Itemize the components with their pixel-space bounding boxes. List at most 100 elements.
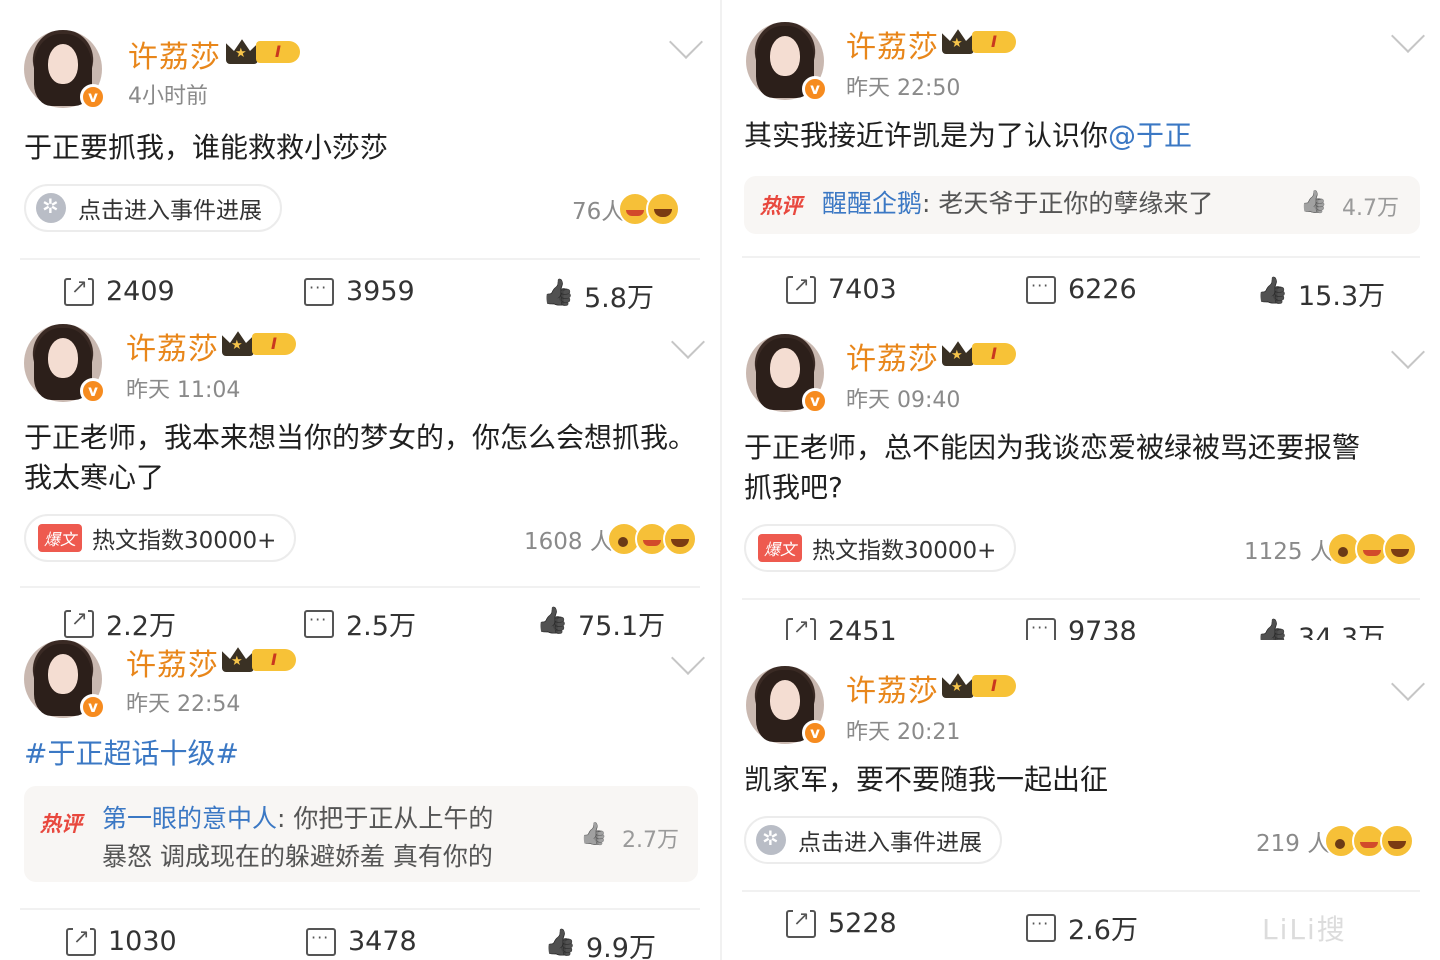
like-icon [1256,622,1286,641]
avatar[interactable]: v [24,640,106,720]
repost-button[interactable]: 2409 [64,273,175,307]
comment-button[interactable]: 2.6万 [1026,908,1138,947]
grin-emoji-icon [646,192,681,226]
post-text-line: 于正老师，总不能因为我谈恋爱被绿被骂还要报警 [744,431,1361,464]
share-icon [786,613,816,640]
like-button[interactable]: 9.9万 [544,926,656,960]
left-column: v 许荔莎 I 4小时前 于正要抓我，谁能救救小莎莎 点击进入事件进展 76人 … [0,0,720,960]
repost-button[interactable]: 2451 [786,613,897,640]
comment-button[interactable]: 3959 [304,276,415,307]
reaction-count: 1608 人 [524,529,613,555]
hot-comment-text: 暴怒 调成现在的躲避娇羞 真有你的 [102,842,493,871]
hot-comment-user[interactable]: 第一眼的意中人 [102,804,277,833]
post-time: 4小时前 [128,84,208,109]
comment-icon [304,609,334,638]
hot-comment-text: 你把于正从上午的 [293,804,494,833]
like-icon [1300,192,1330,220]
vip-crown-icon[interactable]: I [222,328,298,358]
avatar[interactable]: v [746,22,828,102]
chip-label: 点击进入事件进展 [798,830,982,856]
chevron-down-icon[interactable] [1391,335,1425,369]
reaction-summary[interactable]: 76人 [572,192,681,226]
post-text: 于正老师，我本来想当你的梦女的，你怎么会想抓我。 我太寒心了 [24,418,696,498]
post-text: 凯家军，要不要随我一起出征 [744,763,1109,796]
like-icon [580,824,610,852]
reaction-summary[interactable]: 1125 人 [1244,532,1417,566]
verified-badge-icon: v [802,76,828,102]
vip-crown-icon[interactable]: I [942,338,1018,368]
username[interactable]: 许荔莎 [126,324,219,368]
reaction-summary[interactable]: 219 人 [1256,824,1415,858]
repost-count: 7403 [828,274,897,305]
avatar[interactable]: v [746,666,828,746]
hot-article-badge: 爆文 [38,524,83,552]
right-column: v 许荔莎 I 昨天 22:50 其实我接近许凯是为了认识你@于正 热评 醒醒企… [722,0,1440,960]
repost-count: 2409 [106,276,175,307]
divider [742,890,1420,892]
hot-comment[interactable]: 热评 醒醒企鹅: 老天爷于正你的孽缘来了 4.7万 [744,176,1420,234]
chevron-down-icon[interactable] [669,25,703,59]
chevron-down-icon[interactable] [671,641,705,675]
topic-link[interactable]: #于正超话十级# [24,734,239,774]
verified-badge-icon: v [802,388,828,414]
event-progress-chip[interactable]: 点击进入事件进展 [744,816,1002,864]
grin-emoji-icon [662,522,697,556]
like-button[interactable]: 34.3万 [1256,616,1385,640]
weibo-post[interactable]: v 许荔莎 I 昨天 09:40 于正老师，总不能因为我谈恋爱被绿被骂还要报警 … [722,330,1440,640]
divider [742,598,1420,600]
username[interactable]: 许荔莎 [128,32,221,76]
vip-crown-icon[interactable]: I [942,26,1018,56]
comment-button[interactable]: 3478 [306,926,417,957]
hot-comment-like[interactable]: 4.7万 [1300,190,1399,222]
like-button[interactable]: 15.3万 [1256,274,1385,313]
comment-count: 2.6万 [1068,915,1138,946]
weibo-post[interactable]: v 许荔莎 I 昨天 11:04 于正老师，我本来想当你的梦女的，你怎么会想抓我… [0,320,720,642]
username[interactable]: 许荔莎 [846,22,939,66]
post-text: 于正老师，总不能因为我谈恋爱被绿被骂还要报警 抓我吧? [744,428,1360,508]
hot-article-chip[interactable]: 爆文 热文指数30000+ [744,524,1017,572]
post-text-line: 于正老师，我本来想当你的梦女的，你怎么会想抓我。 [24,421,697,454]
avatar[interactable]: v [24,30,106,110]
username[interactable]: 许荔莎 [846,334,939,378]
reaction-count: 219 人 [1256,831,1331,857]
post-text: 于正要抓我，谁能救救小莎莎 [24,131,389,164]
chevron-down-icon[interactable] [1391,667,1425,701]
like-icon [542,282,572,310]
vip-crown-icon[interactable]: I [942,670,1018,700]
post-time: 昨天 20:21 [846,720,961,745]
like-icon [536,610,566,638]
share-icon [786,905,816,938]
weibo-post[interactable]: v 许荔莎 I 4小时前 于正要抓我，谁能救救小莎莎 点击进入事件进展 76人 … [0,0,720,330]
hot-comment-user[interactable]: 醒醒企鹅 [822,189,922,218]
vip-crown-icon[interactable]: I [222,644,298,674]
comment-button[interactable]: 6226 [1026,274,1137,305]
repost-button[interactable]: 5228 [786,905,897,939]
weibo-post[interactable]: v 许荔莎 I 昨天 22:54 #于正超话十级# 热评 第一眼的意中人: 你把… [0,636,720,960]
comment-icon [1026,617,1056,640]
mention-link[interactable]: @于正 [1108,119,1192,152]
chip-label: 热文指数30000+ [812,538,997,564]
hot-article-chip[interactable]: 爆文 热文指数30000+ [24,514,297,562]
share-icon [64,605,94,638]
like-button[interactable]: 5.8万 [542,276,654,315]
hot-comment-like[interactable]: 2.7万 [580,822,679,854]
like-icon [544,932,574,960]
reaction-summary[interactable]: 1608 人 [524,522,697,556]
avatar[interactable]: v [746,334,828,414]
chevron-down-icon[interactable] [671,325,705,359]
repost-button[interactable]: 1030 [66,923,177,957]
comment-button[interactable]: 9738 [1026,616,1137,640]
hot-comment[interactable]: 热评 第一眼的意中人: 你把于正从上午的 暴怒 调成现在的躲避娇羞 真有你的 2… [24,786,698,882]
grin-emoji-icon [1380,824,1415,858]
username[interactable]: 许荔莎 [846,666,939,710]
share-icon [64,273,94,306]
repost-count: 5228 [828,908,897,939]
event-progress-chip[interactable]: 点击进入事件进展 [24,184,282,232]
chevron-down-icon[interactable] [1391,19,1425,53]
avatar[interactable]: v [24,324,106,404]
verified-badge-icon: v [80,378,106,404]
weibo-post[interactable]: v 许荔莎 I 昨天 22:50 其实我接近许凯是为了认识你@于正 热评 醒醒企… [722,0,1440,328]
repost-button[interactable]: 7403 [786,271,897,305]
vip-crown-icon[interactable]: I [226,36,302,66]
username[interactable]: 许荔莎 [126,640,219,684]
